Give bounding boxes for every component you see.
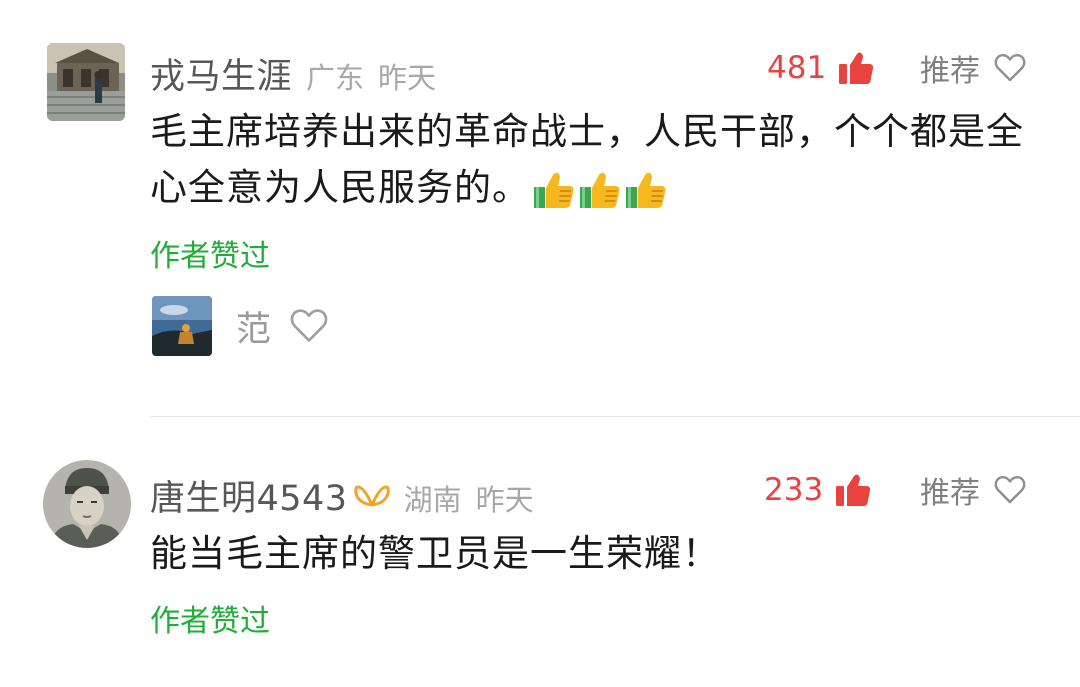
username[interactable]: 唐生明4543 <box>150 470 348 521</box>
timestamp: 昨天 <box>378 61 437 95</box>
like-count: 233 <box>764 472 824 508</box>
comment-header: 唐生明4543 湖南 昨天 <box>150 470 534 521</box>
username[interactable]: 戎马生涯 <box>150 48 292 99</box>
recommend-label: 推荐 <box>920 54 980 89</box>
location: 湖南 <box>403 483 462 517</box>
emoji-group <box>530 166 668 209</box>
like-button[interactable]: 233 <box>764 470 871 510</box>
avatar-image <box>43 460 131 548</box>
comment-text: 能当毛主席的警卫员是一生荣耀！ <box>150 532 720 575</box>
heart-outline-icon <box>994 53 1026 82</box>
avatar[interactable] <box>47 43 125 121</box>
like-count: 481 <box>767 50 827 86</box>
comment-item: 戎马生涯 广东 昨天 481 推荐 毛主席培养出来的革命战士，人民干部，个个都是全… <box>0 0 1080 400</box>
thumbs-up-icon <box>836 474 871 506</box>
comment-divider <box>150 416 1080 417</box>
comment-meta: 湖南 昨天 <box>404 477 534 519</box>
author-liked-label: 作者赞过 <box>150 239 270 274</box>
recommend-button[interactable]: 推荐 <box>920 48 1026 89</box>
author-liked-label: 作者赞过 <box>150 604 270 639</box>
thumbs-up-emoji-icon <box>626 172 666 208</box>
avatar-image <box>47 43 125 121</box>
thumbs-up-emoji-icon <box>534 172 574 208</box>
reply-avatar-image <box>152 296 212 356</box>
thumbs-up-icon <box>839 52 874 84</box>
vip-badge-icon <box>353 485 390 506</box>
like-button[interactable]: 481 <box>767 48 874 88</box>
comment-item: 唐生明4543 湖南 昨天 233 推荐 能当毛主席的警卫员是一生荣耀！ 作者赞过 <box>0 420 1080 687</box>
location: 广东 <box>306 61 365 95</box>
timestamp: 昨天 <box>475 483 534 517</box>
avatar[interactable] <box>43 460 131 548</box>
comment-meta: 广东 昨天 <box>306 55 436 97</box>
thumbs-up-emoji-icon <box>580 172 620 208</box>
recommend-label: 推荐 <box>920 476 980 511</box>
heart-outline-icon <box>994 475 1026 504</box>
comment-text: 毛主席培养出来的革命战士，人民干部，个个都是全心全意为人民服务的。 <box>150 104 1050 216</box>
reply-username[interactable]: 范 <box>236 301 271 352</box>
reply-preview[interactable]: 范 <box>152 296 329 356</box>
reply-avatar[interactable] <box>152 296 212 356</box>
recommend-button[interactable]: 推荐 <box>920 470 1026 511</box>
heart-outline-icon[interactable] <box>289 308 329 344</box>
comment-header: 戎马生涯 广东 昨天 <box>150 48 436 99</box>
